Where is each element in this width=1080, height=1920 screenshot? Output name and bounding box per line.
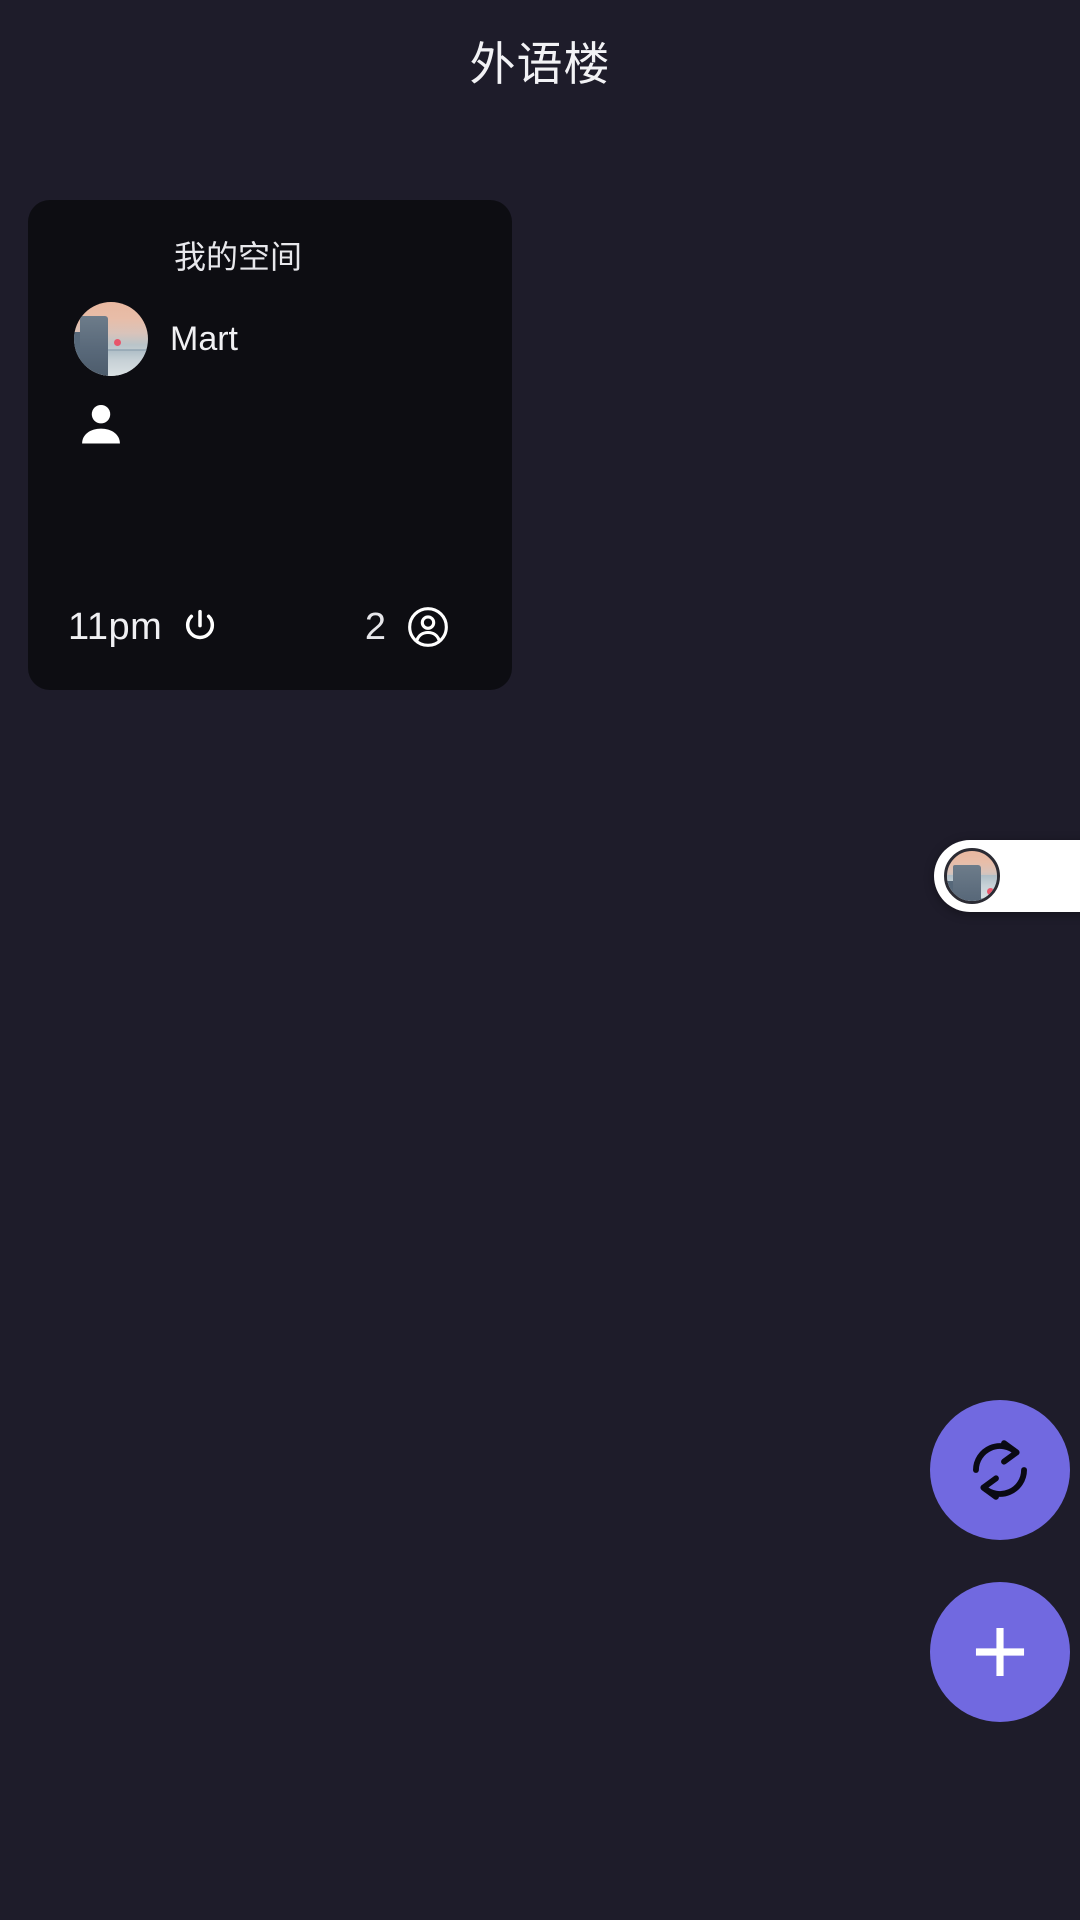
refresh-icon [963, 1433, 1037, 1507]
person-filled-icon [74, 398, 128, 452]
space-card-member[interactable]: Mart [74, 302, 238, 376]
space-card[interactable]: 我的空间 Mart 11pm 2 [28, 200, 512, 690]
closing-time: 11pm [68, 606, 163, 648]
space-card-title: 我的空间 [173, 239, 302, 275]
member-name: Mart [170, 320, 238, 358]
space-card-footer: 11pm 2 [68, 604, 484, 650]
add-button[interactable] [930, 1582, 1070, 1722]
power-icon[interactable] [180, 607, 220, 647]
plus-icon [961, 1613, 1039, 1691]
refresh-button[interactable] [930, 1400, 1070, 1540]
occupancy-count: 2 [364, 606, 386, 648]
sunset-photo-avatar [74, 302, 148, 376]
sunset-photo-avatar [944, 848, 1000, 904]
avatar-pill[interactable] [934, 840, 1080, 912]
page-title: 外语楼 [469, 38, 611, 90]
account-circle-icon[interactable] [406, 605, 450, 649]
